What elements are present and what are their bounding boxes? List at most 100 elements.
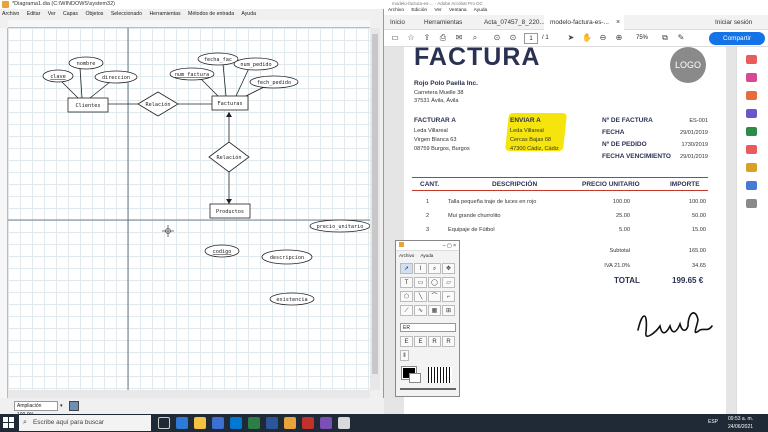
export-pdf-icon[interactable] bbox=[746, 55, 757, 64]
menu-ayuda[interactable]: Ayuda bbox=[241, 11, 256, 17]
combine-files-icon[interactable] bbox=[746, 109, 757, 118]
app-taskbar-icon[interactable] bbox=[320, 417, 332, 429]
er-attribute-tool-icon[interactable]: ‖ bbox=[400, 350, 409, 361]
toolbox-window-controls[interactable]: – ▢ × bbox=[443, 241, 456, 251]
er-identifying-relationship-tool[interactable]: R bbox=[442, 336, 455, 347]
tab-herramientas[interactable]: Herramientas bbox=[418, 15, 478, 30]
menu-metodos-entrada[interactable]: Métodos de entrada bbox=[188, 11, 234, 17]
zoom-level[interactable]: 75% bbox=[636, 33, 648, 44]
pdf-menu-ayuda[interactable]: Ayuda bbox=[474, 8, 488, 13]
fit-page-icon[interactable]: ⧉ bbox=[660, 33, 670, 43]
page-up-icon[interactable]: ⊙ bbox=[492, 33, 502, 43]
language-indicator[interactable]: ESP bbox=[708, 419, 718, 425]
sign-in-link[interactable]: Iniciar sesión bbox=[715, 15, 752, 30]
zoom-dropdown-arrow-icon[interactable]: ▾ bbox=[60, 401, 68, 411]
background-color-swatch[interactable] bbox=[409, 373, 421, 383]
scrollbar-thumb[interactable] bbox=[372, 34, 378, 374]
menu-herramientas[interactable]: Herramientas bbox=[149, 11, 180, 17]
create-icon[interactable]: ▭ bbox=[390, 33, 400, 43]
create-pdf-icon[interactable] bbox=[746, 91, 757, 100]
pointer-tool-icon[interactable]: ➚ bbox=[400, 263, 413, 274]
tab-inicio[interactable]: Inicio bbox=[384, 15, 418, 30]
dia-toolbox: – ▢ × Archivo Ayuda ➚ I ⌕ ✥ T ▭ ◯ ▱ ⬠ ╲ … bbox=[395, 240, 460, 397]
bezier-tool-icon[interactable]: ∿ bbox=[414, 305, 427, 316]
edge-browser-icon[interactable] bbox=[176, 417, 188, 429]
er-relationship-tool[interactable]: R bbox=[428, 336, 441, 347]
share-button[interactable]: Compartir bbox=[709, 32, 765, 45]
word-icon[interactable] bbox=[266, 417, 278, 429]
protect-icon[interactable] bbox=[746, 181, 757, 190]
outline-tool-icon[interactable]: ⊞ bbox=[442, 305, 455, 316]
zoom-out-icon[interactable]: ⊖ bbox=[598, 33, 608, 43]
comment-tool-icon[interactable] bbox=[746, 145, 757, 154]
diagram-canvas[interactable]: Clientes Facturas Productos Relación Rel… bbox=[8, 28, 370, 390]
organize-pages-icon[interactable] bbox=[746, 127, 757, 136]
arc-tool-icon[interactable]: ⌒ bbox=[428, 291, 441, 302]
er-entity-tool[interactable]: E bbox=[400, 336, 413, 347]
taskbar-clock[interactable]: 09:53 a. m. 24/06/2021 bbox=[728, 415, 753, 431]
menu-ver[interactable]: Ver bbox=[48, 11, 56, 17]
task-view-icon[interactable] bbox=[158, 417, 170, 429]
sheet-select[interactable]: ER bbox=[400, 323, 456, 332]
text-tool-icon[interactable]: T bbox=[400, 277, 413, 288]
label-productos: Productos bbox=[216, 209, 244, 215]
toolbox-menu-archivo[interactable]: Archivo bbox=[399, 253, 414, 258]
magnify-tool-icon[interactable]: ⌕ bbox=[428, 263, 441, 274]
beziergon-tool-icon[interactable]: ⬠ bbox=[400, 291, 413, 302]
zigzag-tool-icon[interactable]: ⌐ bbox=[442, 291, 455, 302]
upload-icon[interactable]: ⇪ bbox=[422, 33, 432, 43]
hand-tool-icon[interactable]: ✋ bbox=[582, 33, 592, 43]
menu-capas[interactable]: Capas bbox=[63, 11, 78, 17]
search-icon[interactable]: ⌕ bbox=[470, 33, 480, 43]
menu-archivo[interactable]: Archivo bbox=[2, 11, 19, 17]
er-weak-entity-tool[interactable]: E bbox=[414, 336, 427, 347]
total-label: TOTAL bbox=[614, 276, 640, 285]
snap-grid-toggle-icon[interactable] bbox=[69, 401, 79, 411]
zoom-select[interactable]: Ampliación 100.0% bbox=[14, 401, 58, 418]
polyline-tool-icon[interactable]: ⟋ bbox=[400, 305, 413, 316]
page-down-icon[interactable]: ⊙ bbox=[508, 33, 518, 43]
tab-modelo-factura[interactable]: modelo-factura-es-... bbox=[544, 15, 624, 30]
acrobat-taskbar-icon[interactable] bbox=[302, 417, 314, 429]
store-icon[interactable] bbox=[212, 417, 224, 429]
line-width-selector-icon[interactable] bbox=[428, 367, 452, 383]
polygon-tool-icon[interactable]: ▱ bbox=[442, 277, 455, 288]
edit-pdf-icon[interactable] bbox=[746, 73, 757, 82]
line-tool-icon[interactable]: ╲ bbox=[414, 291, 427, 302]
toolbox-menu-ayuda[interactable]: Ayuda bbox=[420, 253, 433, 258]
app-taskbar-icon[interactable] bbox=[338, 417, 350, 429]
menu-objetos[interactable]: Objetos bbox=[85, 11, 103, 17]
file-explorer-icon[interactable] bbox=[194, 417, 206, 429]
comment-icon[interactable]: ✎ bbox=[676, 33, 686, 43]
bookmark-icon[interactable]: ☆ bbox=[406, 33, 416, 43]
pdf-menu-ventana[interactable]: Ventana bbox=[449, 8, 467, 13]
box-tool-icon[interactable]: ▭ bbox=[414, 277, 427, 288]
menu-seleccionado[interactable]: Seleccionado bbox=[111, 11, 142, 17]
horizontal-scrollbar[interactable] bbox=[8, 390, 370, 398]
text-edit-tool-icon[interactable]: I bbox=[414, 263, 427, 274]
taskbar-search-input[interactable]: Escribe aquí para buscar bbox=[19, 415, 151, 431]
mail-icon[interactable]: ✉ bbox=[454, 33, 464, 43]
er-diagram[interactable]: Clientes Facturas Productos Relación Rel… bbox=[8, 28, 370, 390]
dia-taskbar-icon[interactable] bbox=[284, 417, 296, 429]
image-tool-icon[interactable]: ▦ bbox=[428, 305, 441, 316]
pdf-menu-edicion[interactable]: Edición bbox=[411, 8, 427, 13]
windows-start-icon[interactable] bbox=[3, 417, 14, 428]
line-style-selector-icon[interactable] bbox=[400, 388, 456, 390]
page-number-input[interactable]: 1 bbox=[524, 33, 538, 44]
select-cursor-icon[interactable]: ➤ bbox=[566, 33, 576, 43]
menu-editar[interactable]: Editar bbox=[27, 11, 41, 17]
vertical-scrollbar[interactable] bbox=[370, 28, 380, 390]
fill-sign-icon[interactable] bbox=[746, 163, 757, 172]
excel-icon[interactable] bbox=[248, 417, 260, 429]
mail-app-icon[interactable] bbox=[230, 417, 242, 429]
more-tools-icon[interactable] bbox=[746, 199, 757, 208]
print-icon[interactable]: ⎙ bbox=[438, 33, 448, 43]
pdf-menu-ver[interactable]: Ver bbox=[434, 8, 441, 13]
pdf-menu-archivo[interactable]: Archivo bbox=[388, 8, 404, 13]
ellipse-tool-icon[interactable]: ◯ bbox=[428, 277, 441, 288]
zoom-in-icon[interactable]: ⊕ bbox=[614, 33, 624, 43]
close-tab-icon[interactable]: × bbox=[616, 15, 624, 30]
scroll-tool-icon[interactable]: ✥ bbox=[442, 263, 455, 274]
bill-to-line: Virgen Blanca 63 bbox=[414, 137, 457, 143]
